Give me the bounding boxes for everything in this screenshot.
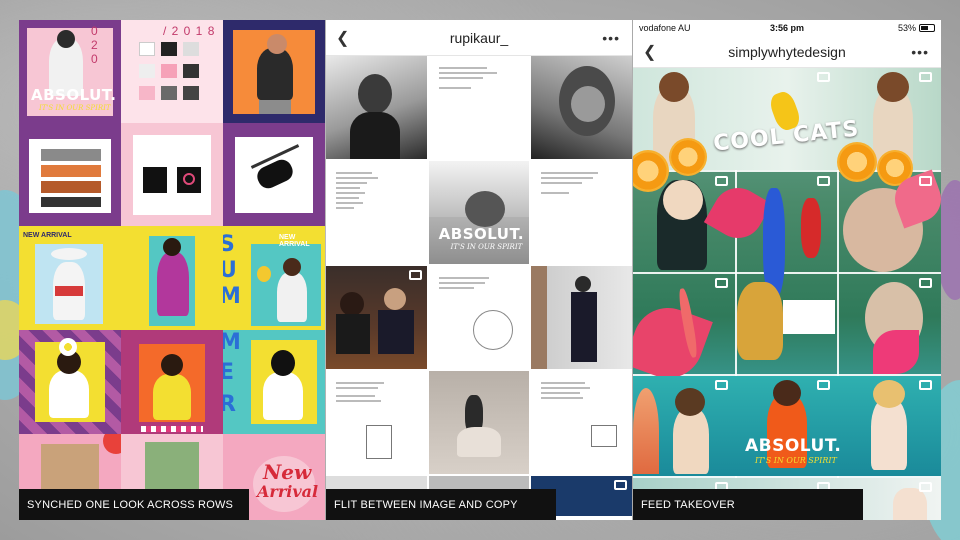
more-dots-icon[interactable]: ••• [602,30,620,46]
video-icon [919,176,932,186]
video-icon [919,278,932,288]
new-arrival-label-2: NEW ARRIVAL [279,234,310,248]
brand-logo: ABSOLUT. [31,86,117,104]
caption-panel2: FLIT BETWEEN IMAGE AND COPY [326,489,556,520]
tile-absolut-model[interactable]: ABSOLUT. IT'S IN OUR SPIRIT 0 2 0 [19,20,121,123]
grid-post-portrait-1[interactable] [326,56,427,159]
tile-clothing-flatlay[interactable]: / 2 0 1 8 [121,20,223,123]
grid-post-sitting[interactable] [428,371,530,474]
video-icon [715,176,728,186]
back-chevron-icon[interactable]: ❮ [643,42,656,62]
summer-letter-m1: M [223,284,241,309]
video-icon [715,380,728,390]
grid-post-poem-flag[interactable] [531,371,632,474]
grid-post-poem-3[interactable] [531,161,632,264]
year-text: / 2 0 1 8 [163,24,216,38]
tile-tshirt-model[interactable]: M E R [223,330,325,434]
profile-username: rupikaur_ [449,29,509,46]
tile-tshirts[interactable] [121,123,223,226]
tile-wallets[interactable] [19,123,121,226]
brand-tagline-2: IT'S IN OUR SPIRIT [450,243,523,251]
grid-post-poem-1[interactable] [428,56,530,159]
grid-post-poem-2[interactable] [326,161,427,264]
tile-white-crop-model[interactable] [19,330,121,434]
caption-panel1: SYNCHED ONE LOOK ACROSS ROWS [19,489,249,520]
brand-logo-2: ABSOLUT. [438,225,525,243]
grid-post-tv-show[interactable] [326,266,427,369]
caption-panel3: FEED TAKEOVER [633,489,863,520]
video-icon [613,480,627,490]
tile-yellow-top-model[interactable] [121,330,223,434]
panel-synched-look: ABSOLUT. IT'S IN OUR SPIRIT 0 2 0 / 2 0 … [19,20,325,520]
grid-post-poem-door[interactable] [326,371,427,474]
video-icon [408,270,422,280]
video-icon [919,482,932,492]
tile-summer-balloon[interactable]: S U M NEW ARRIVAL [223,226,325,330]
status-bar: vodafone AU 3:56 pm 53% [633,20,941,36]
tile-new-arrival-hat[interactable]: NEW ARRIVAL [19,226,121,330]
arrival-logo-text: Arrival [257,482,319,501]
panel-image-and-copy: ❮ rupikaur_ ••• ABSOLUT. IT'S IN OUR SPI… [326,20,632,520]
tile-belt-bag[interactable] [223,123,325,226]
battery-icon [919,24,935,32]
grid-post-suit[interactable] [531,266,632,369]
summer-letter-e: E [223,360,235,385]
new-logo-text: New [263,460,312,484]
summer-letter-s: S [223,232,235,257]
brand-tagline-3: IT'S IN OUR SPIRIT [755,456,837,465]
grid-post-poem-sketch[interactable] [428,266,530,369]
video-icon [919,380,932,390]
grid-post-portrait-2[interactable] [531,56,632,159]
video-icon [817,380,830,390]
back-chevron-icon[interactable]: ❮ [336,28,349,48]
brand-logo-3: ABSOLUT. [745,436,842,456]
video-icon [715,278,728,288]
photo-grid: ABSOLUT. IT'S IN OUR SPIRIT [326,56,632,516]
summer-letter-u: U [223,258,237,283]
summer-letter-m2: M [223,330,241,355]
grid-post-absolut[interactable]: ABSOLUT. IT'S IN OUR SPIRIT [428,161,530,264]
video-icon [817,176,830,186]
profile-username-3: simplywhytedesign [728,43,846,60]
takeover-collage[interactable]: COOL CATS ABSOLUT. IT'S IN OUR SPIRIT [633,68,941,520]
clock: 3:56 pm [769,23,804,33]
month-text: 0 2 0 [91,24,98,66]
more-dots-icon[interactable]: ••• [911,44,929,60]
panel-feed-takeover: vodafone AU 3:56 pm 53% ❮ simplywhytedes… [633,20,941,520]
summer-letter-r: R [223,392,236,417]
profile-header-3: ❮ simplywhytedesign ••• [633,36,941,68]
video-icon [919,72,932,82]
brand-tagline: IT'S IN OUR SPIRIT [39,104,111,112]
tile-hoodie-model[interactable] [121,226,223,330]
new-arrival-label: NEW ARRIVAL [23,232,72,239]
tile-model-orange[interactable] [223,20,325,123]
video-icon [817,72,830,82]
profile-header: ❮ rupikaur_ ••• [326,20,632,56]
